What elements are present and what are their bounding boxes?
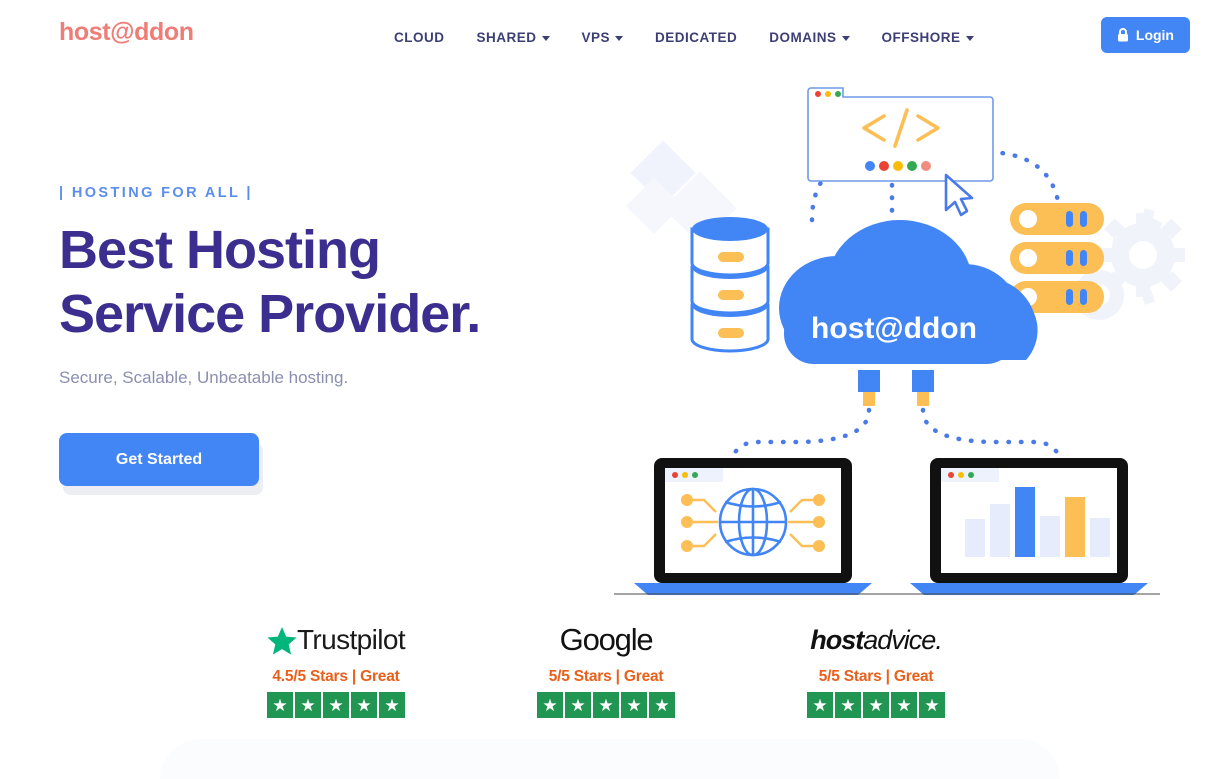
hero-content: | HOSTING FOR ALL | Best Hosting Service… [59, 185, 579, 496]
star-glyph: ★ [570, 695, 586, 715]
cloud-label: host@ddon [811, 312, 977, 345]
badge-google[interactable]: Google 5/5 Stars | Great ★ ★ ★ ★ ★ [537, 620, 676, 718]
get-started-button[interactable]: Get Started [59, 433, 259, 487]
browser-window-code [807, 87, 994, 217]
hostadvice-light: advice. [863, 624, 943, 655]
chevron-down-icon [841, 36, 850, 41]
hostadvice-wordmark: hostadvice. [810, 624, 943, 656]
nav-label: OFFSHORE [881, 30, 961, 45]
star-glyph: ★ [896, 695, 912, 715]
nav-item-shared[interactable]: SHARED [461, 26, 566, 49]
star-box: ★ [294, 692, 321, 718]
nav-item-vps[interactable]: VPS [566, 26, 640, 49]
star-box: ★ [891, 692, 918, 718]
star-glyph: ★ [840, 695, 856, 715]
login-label: Login [1135, 27, 1174, 43]
badge-trustpilot[interactable]: Trustpilot 4.5/5 Stars | Great ★ ★ ★ ★ ★ [266, 620, 406, 718]
google-rating: 5/5 Stars | Great [548, 668, 664, 685]
hero-eyebrow: | HOSTING FOR ALL | [59, 185, 253, 201]
laptop-globe [634, 458, 872, 595]
chevron-down-icon [965, 36, 974, 41]
cloud-plug-connectors [858, 370, 934, 406]
star-box: ★ [378, 692, 405, 718]
star-box: ★ [807, 692, 834, 718]
star-glyph: ★ [868, 695, 884, 715]
star-glyph: ★ [812, 695, 828, 715]
cta-wrapper: Get Started [59, 433, 263, 496]
globe-icon [718, 487, 788, 557]
chevron-down-icon [541, 36, 550, 41]
hosting-diagram-svg: host@ddon [614, 87, 1185, 595]
nav-label: VPS [581, 30, 611, 45]
star-glyph: ★ [356, 695, 372, 715]
window-dot-yellow [825, 91, 831, 97]
trust-badges: Trustpilot 4.5/5 Stars | Great ★ ★ ★ ★ ★… [0, 620, 1212, 718]
nav-item-domains[interactable]: DOMAINS [753, 26, 865, 49]
nav-label: CLOUD [394, 30, 445, 45]
trustpilot-logo: Trustpilot [267, 620, 406, 660]
hero-illustration: host@ddon [612, 70, 1212, 600]
star-box: ★ [621, 692, 648, 718]
star-box: ★ [565, 692, 592, 718]
star-box: ★ [322, 692, 349, 718]
badge-hostadvice[interactable]: hostadvice. 5/5 Stars | Great ★ ★ ★ ★ ★ [807, 620, 946, 718]
star-glyph: ★ [384, 695, 400, 715]
star-glyph: ★ [300, 695, 316, 715]
site-logo[interactable]: host@ddon [59, 18, 194, 47]
star-glyph: ★ [598, 695, 614, 715]
nav-label: DEDICATED [655, 30, 738, 45]
star-box: ★ [266, 692, 293, 718]
hero-title-line-2: Service Provider. [59, 283, 481, 344]
lock-icon [1117, 28, 1128, 42]
hostadvice-rating: 5/5 Stars | Great [818, 668, 934, 685]
star-glyph: ★ [328, 695, 344, 715]
next-section-top-shape [160, 739, 1060, 779]
star-glyph: ★ [924, 695, 940, 715]
star-box: ★ [593, 692, 620, 718]
site-header: host@ddon CLOUD SHARED VPS DEDICATED DOM… [0, 0, 1212, 70]
trustpilot-rating: 4.5/5 Stars | Great [272, 668, 400, 685]
trustpilot-stars: ★ ★ ★ ★ ★ [266, 692, 405, 718]
star-box: ★ [649, 692, 676, 718]
google-logo: Google [559, 620, 654, 660]
star-box: ★ [350, 692, 377, 718]
landing-page: host@ddon CLOUD SHARED VPS DEDICATED DOM… [0, 0, 1212, 779]
window-dot-green [835, 91, 841, 97]
hostadvice-bold: host [810, 624, 864, 655]
hostadvice-logo: hostadvice. [810, 620, 943, 660]
star-glyph: ★ [654, 695, 670, 715]
hero-subtitle: Secure, Scalable, Unbeatable hosting. [59, 368, 349, 388]
nav-label: SHARED [476, 30, 537, 45]
star-box: ★ [863, 692, 890, 718]
google-wordmark: Google [559, 622, 654, 657]
star-glyph: ★ [626, 695, 642, 715]
trustpilot-star-icon [267, 626, 297, 655]
hostadvice-stars: ★ ★ ★ ★ ★ [807, 692, 946, 718]
page-title: Best Hosting Service Provider. [59, 219, 579, 346]
dotted-connector-laptop-left [727, 407, 872, 465]
database-stack-icon [690, 217, 770, 353]
chevron-down-icon [615, 36, 624, 41]
dotted-connector-laptop-right [920, 407, 1065, 465]
star-box: ★ [919, 692, 946, 718]
star-glyph: ★ [542, 695, 558, 715]
main-navigation: CLOUD SHARED VPS DEDICATED DOMAINS OFFSH… [378, 26, 990, 49]
nav-label: DOMAINS [769, 30, 837, 45]
google-stars: ★ ★ ★ ★ ★ [537, 692, 676, 718]
star-glyph: ★ [272, 695, 288, 715]
nav-item-cloud[interactable]: CLOUD [378, 26, 461, 49]
laptop-chart [910, 458, 1148, 595]
star-box: ★ [537, 692, 564, 718]
star-box: ★ [835, 692, 862, 718]
login-button[interactable]: Login [1100, 17, 1190, 53]
hero-title-line-1: Best Hosting [59, 220, 381, 280]
nav-item-offshore[interactable]: OFFSHORE [866, 26, 990, 49]
window-dot-red [815, 91, 821, 97]
nav-item-dedicated[interactable]: DEDICATED [639, 26, 753, 49]
trustpilot-wordmark: Trustpilot [296, 624, 406, 655]
